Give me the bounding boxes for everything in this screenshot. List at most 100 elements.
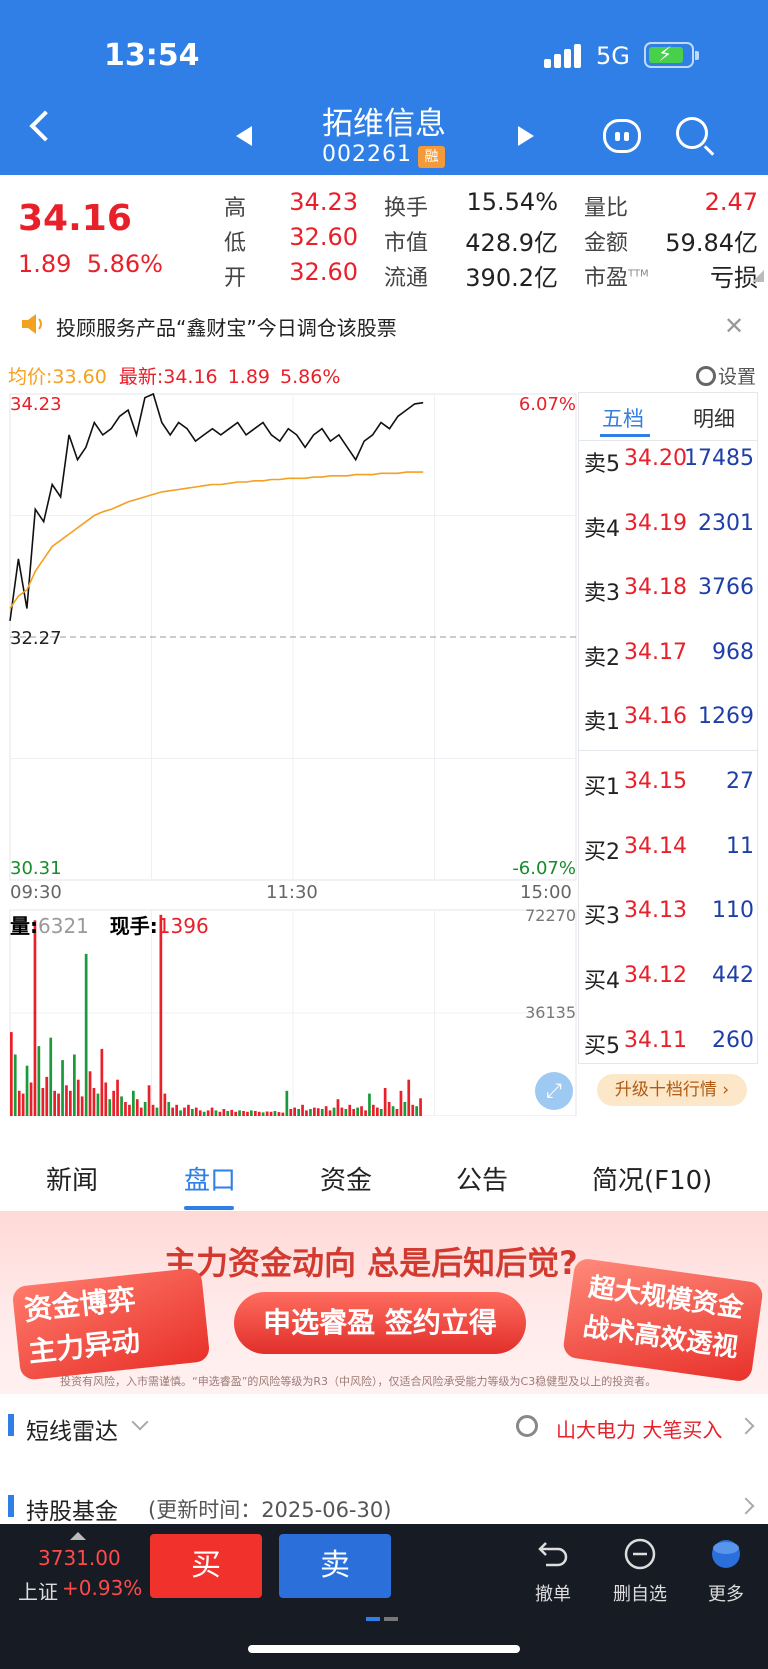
ask-row-3[interactable]: 卖3 34.18 3766 — [584, 575, 754, 606]
gear-icon[interactable] — [516, 1415, 538, 1437]
volume-bar — [159, 914, 163, 1116]
volume-bar — [45, 1076, 49, 1116]
volume-bar — [372, 1104, 375, 1116]
ask-row-1[interactable]: 卖1 34.16 1269 — [584, 704, 754, 735]
low-label: 低 — [224, 231, 247, 256]
bid-row-4[interactable]: 买4 34.12 442 — [584, 963, 754, 994]
close-icon[interactable]: ✕ — [724, 312, 744, 340]
remove-watchlist-icon[interactable] — [623, 1537, 657, 1571]
tab-funds[interactable]: 资金 — [320, 1160, 372, 1197]
notice-text[interactable]: 投顾服务产品“鑫财宝”今日调仓该股票 — [56, 312, 397, 341]
y-axis-top: 34.23 — [10, 394, 62, 415]
latest-pct: 5.86% — [280, 366, 341, 388]
more-label[interactable]: 更多 — [696, 1580, 756, 1606]
volume-bar — [257, 1111, 261, 1116]
volume-bar — [100, 1048, 104, 1116]
chart-settings-button[interactable]: 设置 — [696, 362, 756, 389]
status-time: 13:54 — [104, 38, 200, 73]
volume-bar — [218, 1111, 222, 1116]
volume-bar — [328, 1110, 332, 1116]
volume-bar — [202, 1111, 206, 1116]
volume-bar — [230, 1109, 234, 1116]
fullscreen-icon[interactable]: ⤢ — [535, 1072, 573, 1110]
y-axis-mid: 32.27 — [10, 628, 62, 649]
volume-bar — [261, 1112, 265, 1116]
volume-bar — [273, 1111, 277, 1116]
ask-row-2[interactable]: 卖2 34.17 968 — [584, 640, 754, 671]
intraday-chart[interactable] — [0, 388, 578, 1116]
buy-button[interactable]: 买 — [150, 1534, 262, 1598]
volume-bar — [183, 1107, 186, 1116]
volume-bar — [395, 1109, 399, 1116]
latest-change: 1.89 — [227, 366, 270, 388]
tab-announcements[interactable]: 公告 — [456, 1160, 508, 1197]
y-axis-bottom: 30.31 — [10, 858, 62, 879]
volume-bar — [73, 1054, 76, 1116]
volume-bar — [175, 1104, 178, 1116]
volume-bar — [147, 1085, 151, 1116]
assistant-icon[interactable] — [603, 119, 641, 153]
volume-bar — [383, 1088, 387, 1116]
search-icon[interactable] — [676, 117, 708, 149]
undo-icon[interactable] — [536, 1537, 570, 1571]
more-icon[interactable] — [709, 1537, 743, 1571]
bid-row-3[interactable]: 买3 34.13 110 — [584, 898, 754, 929]
volume-bar — [10, 1032, 13, 1116]
volume-bar — [128, 1104, 131, 1116]
volume-bar — [33, 920, 37, 1116]
short-radar-title: 短线雷达 — [26, 1419, 118, 1445]
tab-market[interactable]: 盘口 — [184, 1160, 236, 1197]
index-value[interactable]: 3731.00 — [38, 1546, 121, 1570]
time-end: 15:00 — [520, 882, 572, 903]
turnover-label: 换手 — [384, 196, 429, 221]
volume-bar — [301, 1104, 304, 1116]
back-icon[interactable] — [29, 110, 61, 142]
pct-axis-bottom: -6.07% — [512, 858, 576, 879]
time-mid: 11:30 — [266, 882, 318, 903]
bid-row-5[interactable]: 买5 34.11 260 — [584, 1028, 754, 1059]
expand-corner-icon[interactable] — [752, 270, 764, 282]
time-start: 09:30 — [10, 882, 62, 903]
banner-disclaimer: 投资有风险，入市需谨慎。“申选睿盈”的风险等级为R3（中风险），仅适合风险承受能… — [60, 1375, 657, 1388]
volume-bar — [269, 1111, 273, 1116]
tab-f10[interactable]: 简况(F10) — [592, 1160, 712, 1197]
volume-bar — [84, 953, 88, 1116]
upgrade-ten-levels-button[interactable]: 升级十档行情 › — [597, 1074, 747, 1106]
volume-bar — [92, 1088, 96, 1116]
next-stock-icon[interactable] — [518, 126, 534, 146]
price-change: 1.89 5.86% — [18, 250, 163, 278]
tab-five-levels[interactable]: 五档 — [602, 403, 644, 433]
volume-bar — [13, 1054, 17, 1116]
volume-bar — [65, 1085, 68, 1116]
banner-cta-button[interactable]: 申选睿盈 签约立得 — [234, 1292, 526, 1354]
mktcap-value: 428.9亿 — [465, 229, 558, 257]
index-change[interactable]: +0.93% — [62, 1576, 142, 1600]
app-root: 13:54 5G ⚡ 拓维信息 002261 融 34.16 1.89 5.86… — [0, 0, 768, 1669]
tab-five-levels-underline — [600, 434, 650, 437]
bid-row-1[interactable]: 买1 34.15 27 — [584, 769, 754, 800]
radar-latest-signal[interactable]: 山大电力 大笔买入 — [556, 1414, 722, 1443]
stock-code: 002261 — [322, 142, 412, 167]
volume-bar — [391, 1106, 395, 1116]
volume-bar — [277, 1112, 281, 1116]
volume-bar — [112, 1090, 115, 1116]
remove-watchlist-label[interactable]: 删自选 — [610, 1580, 670, 1606]
turnover-value: 15.54% — [466, 188, 558, 216]
tab-detail[interactable]: 明细 — [693, 403, 735, 433]
pe-value: 亏损 — [710, 264, 758, 292]
prev-stock-icon[interactable] — [236, 126, 252, 146]
sell-button[interactable]: 卖 — [279, 1534, 391, 1598]
ask-row-5[interactable]: 卖5 34.20 17485 — [584, 446, 754, 477]
header: 13:54 5G ⚡ 拓维信息 002261 融 — [0, 0, 768, 175]
ask-row-4[interactable]: 卖4 34.19 2301 — [584, 511, 754, 542]
tab-news[interactable]: 新闻 — [46, 1160, 98, 1197]
bid-row-2[interactable]: 买2 34.14 11 — [584, 834, 754, 865]
volume-bar — [411, 1104, 415, 1116]
cancel-order-label[interactable]: 撤单 — [523, 1580, 583, 1606]
volume-bar — [356, 1107, 359, 1116]
volume-bar — [151, 1104, 155, 1116]
index-name[interactable]: 上证 — [18, 1576, 58, 1605]
home-indicator[interactable] — [248, 1645, 520, 1653]
index-expand-icon[interactable] — [70, 1532, 86, 1540]
volume-readout: 量:6321 现手:1396 — [10, 914, 209, 938]
